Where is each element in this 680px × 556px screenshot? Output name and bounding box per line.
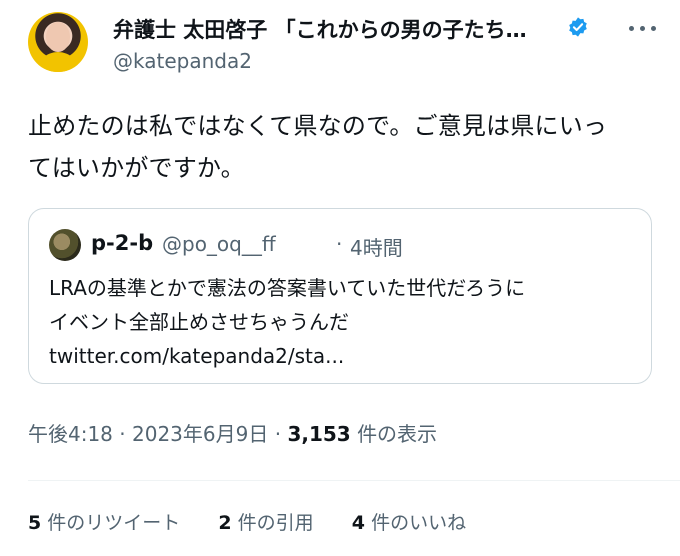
avatar-face: [46, 22, 70, 52]
author-handle[interactable]: @katepanda2: [113, 49, 252, 73]
view-count-label: 件の表示: [357, 422, 438, 446]
separator-dot: ·: [119, 422, 132, 446]
likes-stat[interactable]: 4 件のいいね: [352, 512, 466, 534]
view-count: 3,153: [287, 422, 351, 446]
avatar-shirt: [36, 52, 80, 72]
quoted-text-line: LRAの基準とかで憲法の答案書いていた世代だろうに: [49, 276, 526, 300]
verified-badge-icon: [569, 17, 587, 37]
quotes-count: 2: [218, 512, 232, 534]
quotes-label: 件の引用: [237, 512, 314, 534]
retweets-stat[interactable]: 5 件のリツイート: [28, 512, 186, 534]
likes-label: 件のいいね: [371, 512, 467, 534]
quoted-author-avatar: [49, 229, 81, 261]
quoted-text-line: イベント全部止めさせちゃうんだ: [49, 310, 349, 334]
more-options-icon[interactable]: [625, 12, 665, 42]
tweet-text: 止めたのは私ではなくて県なので。ご意見は県にいっ てはいかがですか。: [28, 105, 648, 189]
engagement-stats: 5 件のリツイート 2 件の引用 4 件のいいね: [28, 508, 466, 535]
tweet-text-line: 止めたのは私ではなくて県なので。ご意見は県にいっ: [28, 112, 608, 140]
tweet-meta: 午後4:18 · 2023年6月9日 · 3,153 件の表示: [28, 418, 437, 447]
author-name[interactable]: 弁護士 太田啓子 「これからの男の子たち…: [113, 14, 593, 40]
divider: [28, 480, 680, 481]
quoted-tweet-text: LRAの基準とかで憲法の答案書いていた世代だろうに イベント全部止めさせちゃうん…: [49, 271, 639, 373]
retweets-label: 件のリツイート: [47, 512, 181, 534]
tweet-header: 弁護士 太田啓子 「これからの男の子たち… @katepanda2: [0, 0, 680, 90]
quoted-link[interactable]: twitter.com/katepanda2/sta...: [49, 339, 639, 373]
quoted-author-name: p-2-b: [91, 231, 154, 255]
quoted-tweet-card[interactable]: p-2-b @po_oq__ff · 4時間 LRAの基準とかで憲法の答案書いて…: [28, 208, 652, 384]
separator-dot: ·: [274, 422, 288, 446]
quoted-author-handle: @po_oq__ff: [162, 232, 276, 256]
quotes-stat[interactable]: 2 件の引用: [218, 512, 319, 534]
likes-count: 4: [351, 512, 366, 534]
separator-dot: ·: [336, 232, 343, 256]
author-avatar[interactable]: [28, 12, 88, 72]
retweets-count: 5: [28, 512, 42, 534]
tweet-time[interactable]: 午後4:18: [28, 422, 113, 446]
tweet-date[interactable]: 2023年6月9日: [132, 422, 268, 446]
tweet-text-line: てはいかがですか。: [28, 154, 245, 182]
quoted-timestamp: 4時間: [350, 236, 403, 260]
